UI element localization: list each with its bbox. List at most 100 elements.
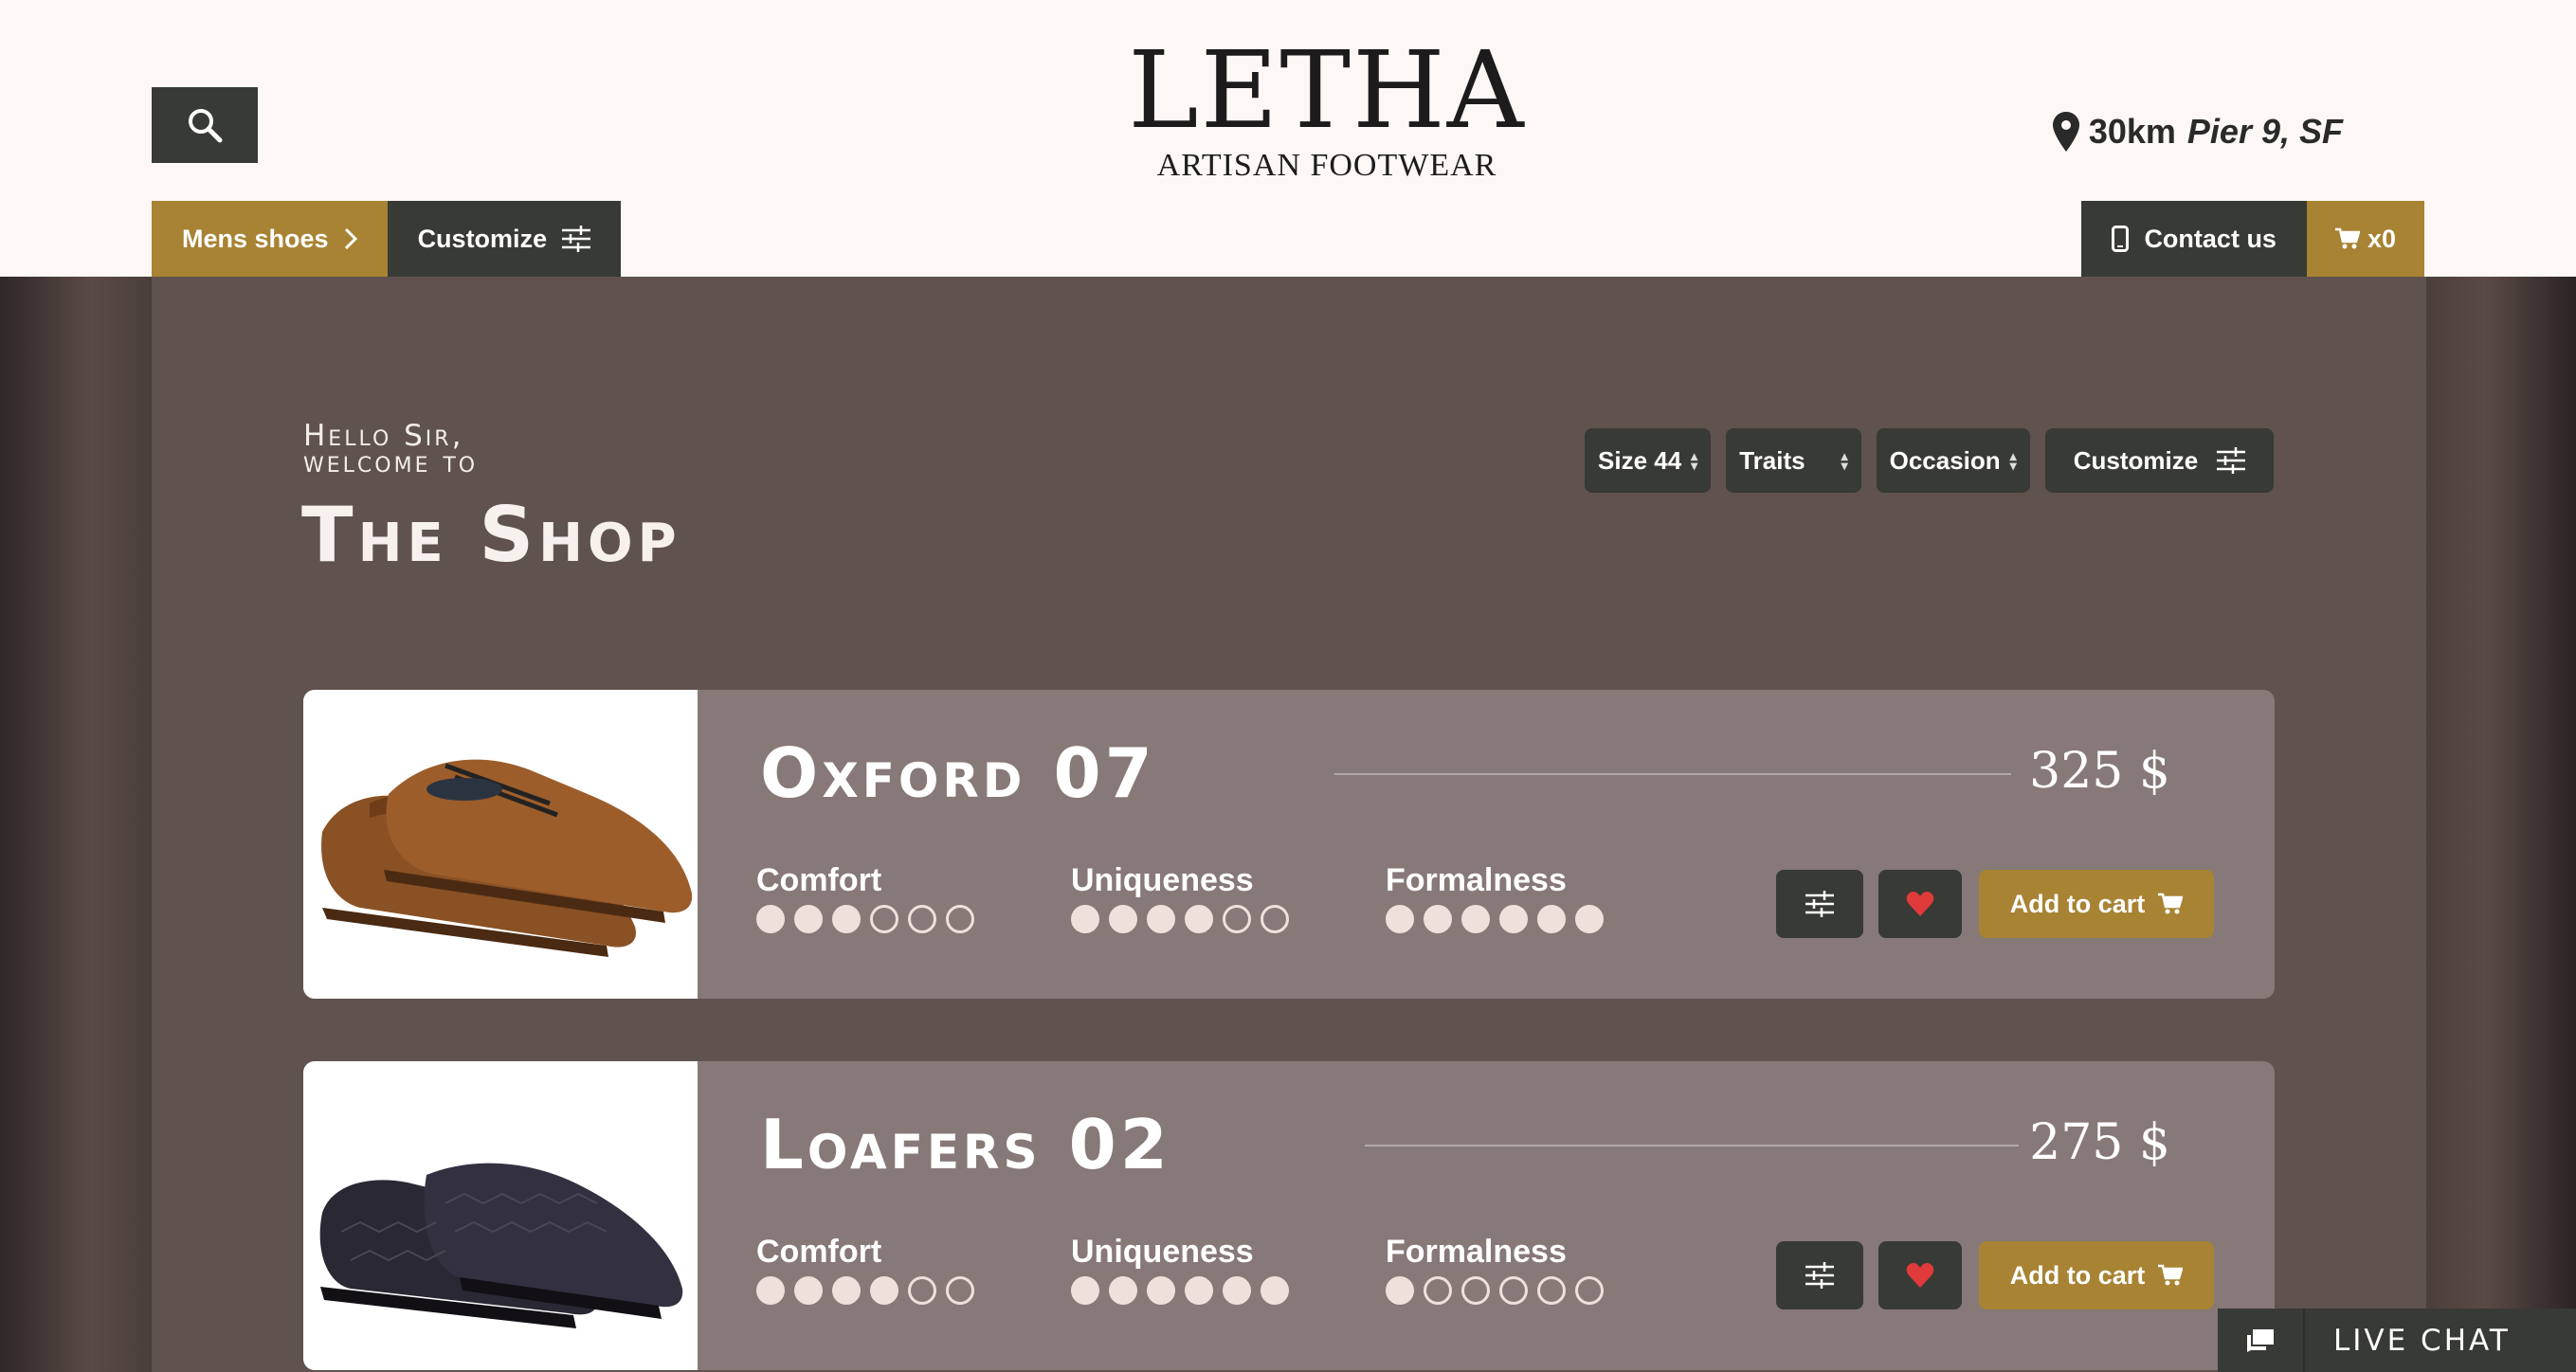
size-select[interactable]: Size 44 ▴ ▾	[1585, 428, 1712, 493]
rating-dot-filled	[1537, 905, 1566, 933]
rating-dot-filled	[870, 1276, 898, 1305]
attribute-label: Formalness	[1386, 1234, 1567, 1270]
add-to-cart-button[interactable]: Add to cart	[1979, 1241, 2214, 1309]
rating-dot-empty	[1261, 905, 1289, 933]
live-chat-label: LIVE CHAT	[2333, 1323, 2511, 1358]
attribute-uniqueness: Uniqueness	[1071, 1234, 1289, 1305]
traits-select[interactable]: Traits ▴ ▾	[1726, 428, 1861, 493]
chat-icon-box	[2218, 1309, 2305, 1372]
cart-icon	[2158, 1264, 2184, 1286]
product-card: Loafers 02 275 $ Comfort Uniqueness Form…	[303, 1061, 2275, 1370]
rating-dot-filled	[1109, 1276, 1137, 1305]
search-button[interactable]	[152, 87, 258, 163]
rating-dot-empty	[1424, 1276, 1452, 1305]
cart-count: x0	[2367, 224, 2396, 253]
traits-select-value: Traits	[1739, 445, 1805, 475]
attribute-label: Uniqueness	[1071, 862, 1254, 898]
attribute-label: Comfort	[756, 862, 882, 898]
rating-dot-empty	[870, 905, 898, 933]
search-icon	[189, 109, 223, 143]
store-location[interactable]: 30km Pier 9, SF	[2052, 112, 2343, 152]
brand-tagline: ARTISAN FOOTWEAR	[1156, 148, 1497, 183]
black-loafer-image	[319, 1163, 683, 1328]
cart-button[interactable]: x0	[2306, 201, 2424, 277]
favorite-button[interactable]	[1878, 1241, 1962, 1309]
divider-line	[1334, 773, 2011, 775]
sliders-icon	[1805, 1262, 1834, 1289]
greeting-line-2: welcome to	[303, 445, 479, 479]
occasion-select[interactable]: Occasion ▴ ▾	[1876, 428, 2030, 493]
rating-dot-filled	[756, 1276, 785, 1305]
sliders-icon	[1805, 891, 1834, 917]
customize-filter-button[interactable]: Customize	[2044, 428, 2275, 493]
brand-name: LETHA	[1128, 29, 1526, 153]
brand-logo[interactable]: LETHA ARTISAN FOOTWEAR	[1099, 38, 1554, 184]
rating-dot-filled	[1071, 905, 1099, 933]
background-shoe-left	[0, 277, 152, 1372]
rating-dot-filled	[1185, 1276, 1213, 1305]
rating-dot-filled	[1071, 1276, 1099, 1305]
rating-dot-empty	[1575, 1276, 1604, 1305]
product-image[interactable]	[303, 690, 698, 999]
rating-dots	[1071, 905, 1289, 933]
rating-dot-empty	[1537, 1276, 1566, 1305]
product-name[interactable]: Oxford 07	[760, 733, 1156, 813]
brown-oxford-shoe-image	[321, 759, 693, 957]
select-arrows-icon: ▴ ▾	[1841, 448, 1848, 473]
filter-bar: Size 44 ▴ ▾ Traits ▴ ▾ Occasion ▴ ▾ Customi…	[1585, 428, 2275, 493]
rating-dot-empty	[946, 905, 974, 933]
occasion-select-value: Occasion	[1889, 445, 2001, 475]
page-title: The Shop	[301, 491, 681, 579]
sliders-icon	[2217, 447, 2246, 474]
greeting: Hello Sir, welcome to	[303, 422, 479, 479]
customize-product-button[interactable]	[1776, 870, 1863, 938]
product-card: Oxford 07 325 $ Comfort Uniqueness Forma…	[303, 690, 2275, 999]
primary-nav: Mens shoes Customize	[152, 201, 622, 277]
customize-nav-button[interactable]: Customize	[387, 201, 622, 277]
background-shoe-right	[2424, 277, 2576, 1372]
cart-icon	[2334, 227, 2360, 249]
rating-dot-filled	[1386, 1276, 1414, 1305]
heart-icon	[1906, 892, 1934, 916]
contact-us-button[interactable]: Contact us	[2081, 201, 2307, 277]
customize-nav-label: Customize	[417, 224, 548, 253]
attribute-label: Formalness	[1386, 862, 1567, 898]
contact-us-label: Contact us	[2144, 224, 2277, 253]
rating-dot-empty	[908, 905, 936, 933]
distance-label: 30km	[2088, 112, 2176, 151]
add-to-cart-button[interactable]: Add to cart	[1979, 870, 2214, 938]
rating-dot-filled	[1424, 905, 1452, 933]
rating-dot-filled	[1109, 905, 1137, 933]
sliders-icon	[562, 226, 591, 252]
rating-dot-empty	[1499, 1276, 1528, 1305]
attribute-label: Uniqueness	[1071, 1234, 1254, 1270]
product-image[interactable]	[303, 1061, 698, 1370]
rating-dots	[1386, 905, 1604, 933]
attribute-uniqueness: Uniqueness	[1071, 862, 1289, 933]
product-name[interactable]: Loafers 02	[760, 1105, 1171, 1184]
rating-dot-empty	[1461, 1276, 1490, 1305]
rating-dot-filled	[794, 905, 823, 933]
phone-icon	[2112, 226, 2130, 252]
mens-shoes-label: Mens shoes	[182, 224, 329, 253]
rating-dot-empty	[1223, 905, 1251, 933]
rating-dots	[1386, 1276, 1604, 1305]
customize-product-button[interactable]	[1776, 1241, 1863, 1309]
rating-dots	[1071, 1276, 1289, 1305]
add-to-cart-label: Add to cart	[2009, 1260, 2146, 1290]
size-select-value: Size 44	[1598, 445, 1682, 475]
select-arrows-icon: ▴ ▾	[1691, 448, 1698, 473]
rating-dot-empty	[946, 1276, 974, 1305]
divider-line	[1365, 1145, 2019, 1146]
customize-filter-label: Customize	[2073, 445, 2199, 475]
rating-dot-filled	[1261, 1276, 1289, 1305]
location-label: Pier 9, SF	[2186, 112, 2343, 151]
product-price: 275 $	[2029, 1114, 2170, 1171]
attribute-comfort: Comfort	[756, 1234, 974, 1305]
mens-shoes-button[interactable]: Mens shoes	[152, 201, 388, 277]
favorite-button[interactable]	[1878, 870, 1962, 938]
rating-dot-filled	[1147, 905, 1175, 933]
rating-dot-filled	[1223, 1276, 1251, 1305]
live-chat-button[interactable]: LIVE CHAT	[2218, 1309, 2576, 1372]
heart-icon	[1906, 1263, 1934, 1288]
